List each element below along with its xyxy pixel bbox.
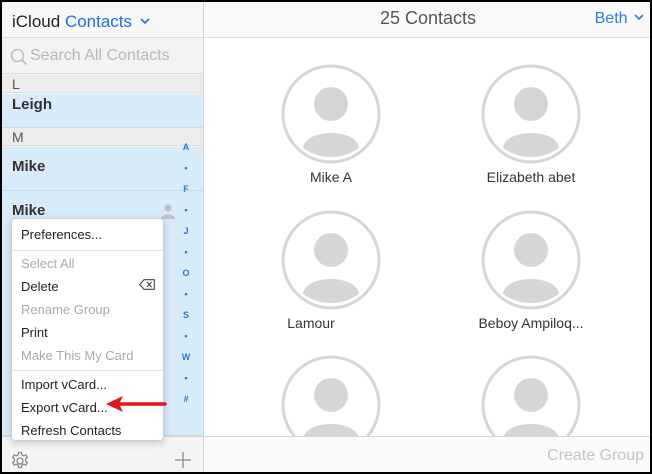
index-dot[interactable]: • bbox=[178, 289, 194, 299]
menu-item-export-vcard[interactable]: Export vCard... bbox=[21, 400, 108, 415]
menu-item-import-vcard[interactable]: Import vCard... bbox=[21, 377, 107, 392]
chevron-down-icon bbox=[634, 14, 644, 21]
contact-card-name: Mike A bbox=[309, 169, 352, 185]
menu-item-select-all[interactable]: Select All bbox=[21, 256, 74, 271]
contact-name: Leigh bbox=[12, 96, 52, 113]
avatar-placeholder-icon bbox=[481, 210, 581, 310]
menu-item-delete[interactable]: Delete bbox=[21, 279, 59, 294]
contact-card[interactable]: Lamour bbox=[251, 210, 411, 331]
user-menu[interactable]: Beth bbox=[595, 10, 644, 28]
index-dot[interactable]: • bbox=[178, 163, 194, 173]
sidebar-header: iCloud Contacts bbox=[2, 2, 203, 38]
contact-name: Mike bbox=[12, 202, 46, 219]
index-letter[interactable]: W bbox=[178, 352, 194, 362]
main-footer: Create Group bbox=[204, 436, 650, 472]
menu-item-make-my-card[interactable]: Make This My Card bbox=[21, 348, 133, 363]
index-dot[interactable]: • bbox=[178, 205, 194, 215]
search-icon bbox=[10, 48, 28, 66]
avatar-placeholder-icon bbox=[281, 64, 381, 164]
avatar-placeholder-icon bbox=[481, 64, 581, 164]
contact-card-name: Elizabeth abet bbox=[486, 169, 576, 185]
menu-divider bbox=[12, 250, 163, 251]
main-pane: 25 Contacts Beth Mike A Elizabeth abet L… bbox=[204, 2, 650, 472]
index-dot[interactable]: • bbox=[178, 373, 194, 383]
window: iCloud Contacts L Leigh M Mike Mike bbox=[0, 0, 652, 474]
menu-item-rename-group[interactable]: Rename Group bbox=[21, 302, 110, 317]
section-header-l: L bbox=[2, 75, 203, 93]
user-name: Beth bbox=[594, 10, 628, 27]
index-letter[interactable]: O bbox=[178, 268, 194, 278]
contact-count: 25 Contacts bbox=[379, 8, 477, 28]
index-letter[interactable]: S bbox=[178, 310, 194, 320]
index-letter[interactable]: F bbox=[178, 184, 194, 194]
menu-divider bbox=[12, 370, 163, 371]
avatar-placeholder-icon bbox=[281, 210, 381, 310]
index-dot[interactable]: • bbox=[178, 331, 194, 341]
main-header: 25 Contacts Beth bbox=[204, 2, 650, 38]
menu-item-preferences[interactable]: Preferences... bbox=[21, 227, 102, 242]
search-bar bbox=[2, 38, 203, 74]
index-letter[interactable]: A bbox=[178, 142, 194, 152]
index-dot[interactable]: • bbox=[178, 247, 194, 257]
list-item[interactable]: Leigh bbox=[2, 94, 203, 128]
contact-card-name: Beboy Ampiloq... bbox=[478, 315, 584, 331]
menu-item-print[interactable]: Print bbox=[21, 325, 48, 340]
chevron-down-icon[interactable] bbox=[140, 10, 150, 30]
app-title[interactable]: iCloud Contacts bbox=[12, 10, 150, 32]
index-letter[interactable]: # bbox=[178, 394, 194, 404]
list-item[interactable]: Mike bbox=[2, 147, 203, 191]
red-arrow-annotation bbox=[106, 396, 167, 412]
contact-card-name: Lamour bbox=[287, 315, 335, 331]
create-group-button[interactable]: Create Group bbox=[547, 447, 644, 465]
index-letter[interactable]: J bbox=[178, 226, 194, 236]
menu-item-refresh[interactable]: Refresh Contacts bbox=[21, 423, 121, 438]
add-contact-icon[interactable] bbox=[174, 451, 192, 469]
search-input[interactable] bbox=[30, 45, 198, 67]
sidebar-footer bbox=[2, 436, 203, 472]
contact-name: Mike bbox=[12, 158, 46, 175]
gear-icon[interactable] bbox=[10, 451, 30, 471]
delete-key-icon bbox=[139, 279, 155, 290]
contact-card[interactable]: Mike A bbox=[251, 64, 411, 185]
app-section-switcher[interactable]: Contacts bbox=[65, 12, 132, 31]
person-icon bbox=[161, 204, 175, 219]
section-header-m: M bbox=[2, 128, 203, 146]
contact-card[interactable]: Elizabeth abet bbox=[451, 64, 611, 185]
contact-card[interactable]: Beboy Ampiloq... bbox=[451, 210, 611, 331]
app-name: iCloud bbox=[12, 12, 61, 31]
